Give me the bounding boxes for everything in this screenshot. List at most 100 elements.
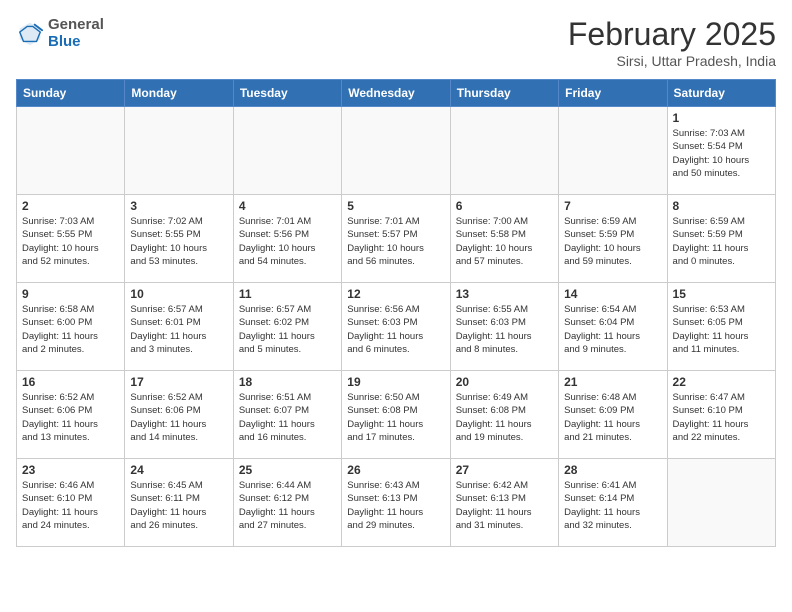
calendar-cell (125, 107, 233, 195)
day-info: Sunrise: 6:51 AM Sunset: 6:07 PM Dayligh… (239, 391, 336, 444)
calendar-cell: 27Sunrise: 6:42 AM Sunset: 6:13 PM Dayli… (450, 459, 558, 547)
day-info: Sunrise: 6:57 AM Sunset: 6:01 PM Dayligh… (130, 303, 227, 356)
day-info: Sunrise: 7:01 AM Sunset: 5:57 PM Dayligh… (347, 215, 444, 268)
day-number: 20 (456, 375, 553, 389)
calendar-cell (342, 107, 450, 195)
day-number: 6 (456, 199, 553, 213)
day-number: 27 (456, 463, 553, 477)
day-number: 17 (130, 375, 227, 389)
day-info: Sunrise: 7:03 AM Sunset: 5:54 PM Dayligh… (673, 127, 770, 180)
week-row-4: 16 Sunrise: 6:52 AM Sunset: 6:06 PM Dayli… (17, 371, 776, 459)
week-row-2: 2Sunrise: 7:03 AM Sunset: 5:55 PM Daylig… (17, 195, 776, 283)
calendar-cell: 4 Sunrise: 7:01 AM Sunset: 5:56 PM Daylig… (233, 195, 341, 283)
day-info: Sunrise: 6:52 AM Sunset: 6:06 PM Dayligh… (130, 391, 227, 444)
day-number: 10 (130, 287, 227, 301)
calendar-cell: 10 Sunrise: 6:57 AM Sunset: 6:01 PM Dayli… (125, 283, 233, 371)
logo-icon (16, 19, 44, 47)
calendar-cell: 17 Sunrise: 6:52 AM Sunset: 6:06 PM Dayli… (125, 371, 233, 459)
calendar-cell: 3Sunrise: 7:02 AM Sunset: 5:55 PM Daylig… (125, 195, 233, 283)
calendar-cell: 18 Sunrise: 6:51 AM Sunset: 6:07 PM Dayli… (233, 371, 341, 459)
day-number: 8 (673, 199, 770, 213)
day-number: 23 (22, 463, 119, 477)
calendar-cell: 24 Sunrise: 6:45 AM Sunset: 6:11 PM Dayli… (125, 459, 233, 547)
calendar-cell: 13 Sunrise: 6:55 AM Sunset: 6:03 PM Dayli… (450, 283, 558, 371)
day-info: Sunrise: 6:57 AM Sunset: 6:02 PM Dayligh… (239, 303, 336, 356)
day-info: Sunrise: 6:46 AM Sunset: 6:10 PM Dayligh… (22, 479, 119, 532)
calendar-cell: 19 Sunrise: 6:50 AM Sunset: 6:08 PM Dayli… (342, 371, 450, 459)
logo-blue: Blue (48, 33, 104, 50)
day-number: 4 (239, 199, 336, 213)
calendar-cell: 7 Sunrise: 6:59 AM Sunset: 5:59 PM Daylig… (559, 195, 667, 283)
day-number: 21 (564, 375, 661, 389)
weekday-header-wednesday: Wednesday (342, 80, 450, 107)
calendar-cell (559, 107, 667, 195)
week-row-1: 1 Sunrise: 7:03 AM Sunset: 5:54 PM Daylig… (17, 107, 776, 195)
calendar-cell: 28 Sunrise: 6:41 AM Sunset: 6:14 PM Dayli… (559, 459, 667, 547)
week-row-5: 23 Sunrise: 6:46 AM Sunset: 6:10 PM Dayli… (17, 459, 776, 547)
location-title: Sirsi, Uttar Pradesh, India (568, 53, 776, 69)
day-info: Sunrise: 6:47 AM Sunset: 6:10 PM Dayligh… (673, 391, 770, 444)
calendar-cell: 14 Sunrise: 6:54 AM Sunset: 6:04 PM Dayli… (559, 283, 667, 371)
calendar-cell: 15Sunrise: 6:53 AM Sunset: 6:05 PM Dayli… (667, 283, 775, 371)
calendar-cell: 11 Sunrise: 6:57 AM Sunset: 6:02 PM Dayli… (233, 283, 341, 371)
weekday-header-row: SundayMondayTuesdayWednesdayThursdayFrid… (17, 80, 776, 107)
day-number: 14 (564, 287, 661, 301)
day-info: Sunrise: 6:50 AM Sunset: 6:08 PM Dayligh… (347, 391, 444, 444)
weekday-header-thursday: Thursday (450, 80, 558, 107)
day-number: 2 (22, 199, 119, 213)
day-number: 1 (673, 111, 770, 125)
day-number: 24 (130, 463, 227, 477)
day-info: Sunrise: 6:43 AM Sunset: 6:13 PM Dayligh… (347, 479, 444, 532)
day-info: Sunrise: 6:55 AM Sunset: 6:03 PM Dayligh… (456, 303, 553, 356)
day-info: Sunrise: 7:01 AM Sunset: 5:56 PM Dayligh… (239, 215, 336, 268)
day-info: Sunrise: 6:48 AM Sunset: 6:09 PM Dayligh… (564, 391, 661, 444)
calendar-cell: 12 Sunrise: 6:56 AM Sunset: 6:03 PM Dayli… (342, 283, 450, 371)
day-info: Sunrise: 6:45 AM Sunset: 6:11 PM Dayligh… (130, 479, 227, 532)
calendar-cell (233, 107, 341, 195)
day-number: 26 (347, 463, 444, 477)
day-info: Sunrise: 6:52 AM Sunset: 6:06 PM Dayligh… (22, 391, 119, 444)
calendar-cell: 16 Sunrise: 6:52 AM Sunset: 6:06 PM Dayli… (17, 371, 125, 459)
day-number: 12 (347, 287, 444, 301)
calendar-cell (450, 107, 558, 195)
calendar-cell (17, 107, 125, 195)
day-info: Sunrise: 6:41 AM Sunset: 6:14 PM Dayligh… (564, 479, 661, 532)
calendar-cell: 8Sunrise: 6:59 AM Sunset: 5:59 PM Daylig… (667, 195, 775, 283)
day-number: 22 (673, 375, 770, 389)
calendar-cell (667, 459, 775, 547)
day-number: 18 (239, 375, 336, 389)
calendar-table: SundayMondayTuesdayWednesdayThursdayFrid… (16, 79, 776, 547)
day-info: Sunrise: 6:49 AM Sunset: 6:08 PM Dayligh… (456, 391, 553, 444)
weekday-header-friday: Friday (559, 80, 667, 107)
week-row-3: 9 Sunrise: 6:58 AM Sunset: 6:00 PM Daylig… (17, 283, 776, 371)
day-info: Sunrise: 6:54 AM Sunset: 6:04 PM Dayligh… (564, 303, 661, 356)
weekday-header-monday: Monday (125, 80, 233, 107)
weekday-header-tuesday: Tuesday (233, 80, 341, 107)
logo-general: General (48, 16, 104, 33)
day-info: Sunrise: 6:56 AM Sunset: 6:03 PM Dayligh… (347, 303, 444, 356)
calendar-cell: 5Sunrise: 7:01 AM Sunset: 5:57 PM Daylig… (342, 195, 450, 283)
page-header: General Blue February 2025 Sirsi, Uttar … (16, 16, 776, 69)
day-number: 11 (239, 287, 336, 301)
day-number: 16 (22, 375, 119, 389)
day-number: 9 (22, 287, 119, 301)
calendar-cell: 6 Sunrise: 7:00 AM Sunset: 5:58 PM Daylig… (450, 195, 558, 283)
calendar-cell: 22 Sunrise: 6:47 AM Sunset: 6:10 PM Dayli… (667, 371, 775, 459)
month-title: February 2025 (568, 16, 776, 53)
calendar-cell: 26 Sunrise: 6:43 AM Sunset: 6:13 PM Dayli… (342, 459, 450, 547)
logo-text: General Blue (48, 16, 104, 50)
day-info: Sunrise: 6:58 AM Sunset: 6:00 PM Dayligh… (22, 303, 119, 356)
day-info: Sunrise: 6:59 AM Sunset: 5:59 PM Dayligh… (564, 215, 661, 268)
day-number: 7 (564, 199, 661, 213)
day-number: 13 (456, 287, 553, 301)
calendar-cell: 9 Sunrise: 6:58 AM Sunset: 6:00 PM Daylig… (17, 283, 125, 371)
calendar-cell: 23 Sunrise: 6:46 AM Sunset: 6:10 PM Dayli… (17, 459, 125, 547)
weekday-header-saturday: Saturday (667, 80, 775, 107)
calendar-cell: 20 Sunrise: 6:49 AM Sunset: 6:08 PM Dayli… (450, 371, 558, 459)
calendar-cell: 25Sunrise: 6:44 AM Sunset: 6:12 PM Dayli… (233, 459, 341, 547)
day-info: Sunrise: 7:02 AM Sunset: 5:55 PM Dayligh… (130, 215, 227, 268)
day-number: 28 (564, 463, 661, 477)
day-number: 19 (347, 375, 444, 389)
day-info: Sunrise: 7:00 AM Sunset: 5:58 PM Dayligh… (456, 215, 553, 268)
weekday-header-sunday: Sunday (17, 80, 125, 107)
